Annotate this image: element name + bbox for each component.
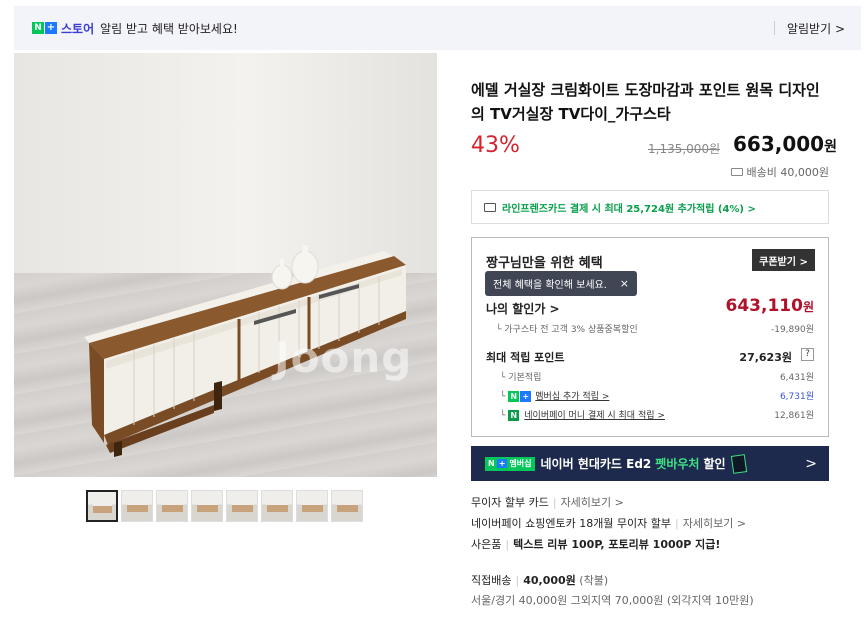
badge-text: 멤버십: [509, 459, 532, 468]
thumbnail-strip: [86, 490, 363, 522]
delivery-label: 직접배송: [471, 574, 512, 587]
my-price-unit: 원: [802, 300, 814, 314]
card-promo-text: 라인프렌즈카드 결제 시 최대 25,724원 추가적립 (4%) >: [502, 203, 756, 215]
delivery-row: 직접배송 | 40,000원 (착불): [471, 572, 608, 588]
naverpay-installment-label: 네이버페이 쇼핑엔토카 18개월 무이자 할부: [471, 517, 672, 530]
banner-suffix: 할인: [703, 457, 726, 471]
points-value: 27,623원: [739, 351, 792, 364]
installment-label: 무이자 할부 카드: [471, 496, 549, 509]
shipping-fee-text: 배송비 40,000원: [746, 166, 829, 179]
naver-plus-icon: N +: [508, 391, 532, 402]
naverpay-points-link[interactable]: 네이버페이 머니 결제 시 최대 적립 >: [524, 411, 665, 421]
divider: [773, 21, 775, 35]
store-discount-value: -19,890원: [770, 325, 814, 335]
membership-points-label[interactable]: └ N + 멤버십 추가 적립 >: [500, 389, 609, 402]
my-price-amount: 643,110: [725, 296, 803, 316]
sale-price-unit: 원: [824, 139, 837, 155]
delivery-price: 40,000원: [523, 574, 576, 587]
divider: |: [505, 538, 510, 551]
close-icon[interactable]: ×: [620, 277, 629, 290]
original-price: 1,135,000원: [648, 142, 721, 156]
product-main-image[interactable]: Joong: [14, 53, 437, 477]
region-fee: 서울/경기 40,000원 그외지역 70,000원 (외각지역 10만원): [471, 594, 754, 607]
basic-points-value: 6,431원: [779, 373, 814, 383]
benefit-tooltip: 전체 혜택을 확인해 보세요. ×: [485, 271, 637, 296]
truck-icon: [730, 168, 743, 176]
delivery-note: (착불): [579, 574, 609, 587]
membership-badge: N + 멤버십: [485, 456, 535, 471]
thumbnail-8[interactable]: [331, 490, 363, 522]
benefit-title: 짱구님만을 위한 혜택: [486, 256, 603, 271]
watermark: Joong: [274, 333, 413, 382]
naver-n-icon: N: [32, 22, 44, 34]
badge-plus: +: [496, 459, 508, 468]
divider: |: [552, 496, 557, 509]
benefit-box: 짱구님만을 위한 혜택 쿠폰받기 > 전체 혜택을 확인해 보세요. × 나의 …: [471, 237, 829, 437]
card-promo-banner[interactable]: N + 멤버십 네이버 현대카드 Ed2 펫바우처 할인 >: [471, 446, 829, 481]
tv-cabinet-illustration: [84, 245, 406, 457]
divider: |: [675, 517, 679, 530]
thumbnail-6[interactable]: [261, 490, 293, 522]
shipping-fee: 배송비 40,000원: [730, 164, 829, 180]
coupon-button[interactable]: 쿠폰받기 >: [752, 249, 815, 271]
banner-text: 네이버 현대카드 Ed2: [540, 457, 652, 471]
naverpay-icon: N: [508, 410, 520, 421]
installment-row: 무이자 할부 카드 | 자세히보기 >: [471, 494, 624, 510]
banner-highlight: 펫바우처: [655, 457, 700, 471]
naver-store-logo[interactable]: N + 스토어: [32, 20, 94, 37]
badge-n: N: [488, 459, 495, 468]
divider: |: [515, 574, 520, 587]
alert-message: 알림 받고 혜택 받아보세요!: [100, 21, 238, 36]
naverpay-points-label[interactable]: └ N 네이버페이 머니 결제 시 최대 적립 >: [500, 408, 665, 421]
credit-card-icon: [484, 202, 496, 212]
basic-points-label-text: 기본적립: [508, 373, 542, 383]
store-discount-label: └ 가구스타 전 고객 3% 상품중복할인: [496, 325, 638, 335]
store-label: 스토어: [61, 21, 95, 36]
my-price-label[interactable]: 나의 할인가 >: [486, 300, 560, 317]
plus-icon: +: [45, 22, 57, 34]
thumbnail-5[interactable]: [226, 490, 258, 522]
naverpay-detail-link[interactable]: 자세히보기 >: [683, 517, 746, 530]
gift-text: 텍스트 리뷰 100P, 포토리뷰 1000P 지급!: [513, 538, 721, 551]
thumbnail-7[interactable]: [296, 490, 328, 522]
thumbnail-4[interactable]: [191, 490, 223, 522]
store-alert-bar: N + 스토어 알림 받고 혜택 받아보세요! 알림받기 >: [14, 6, 861, 50]
thumbnail-2[interactable]: [121, 490, 153, 522]
membership-points-link[interactable]: 멤버십 추가 적립 >: [535, 392, 609, 402]
tooltip-text: 전체 혜택을 확인해 보세요.: [493, 280, 607, 291]
card-icon: [730, 453, 747, 474]
sale-price: 663,000원: [733, 132, 837, 156]
sale-price-amount: 663,000: [733, 132, 825, 156]
thumbnail-3[interactable]: [156, 490, 188, 522]
thumbnail-1[interactable]: [86, 490, 118, 522]
product-title: 에델 거실장 크림화이트 도장마감과 포인트 원목 디자인의 TV거실장 TV다…: [471, 81, 820, 123]
basic-points-label: └ 기본적립: [500, 373, 542, 383]
installment-detail-link[interactable]: 자세히보기 >: [561, 496, 624, 509]
naverpay-points-value: 12,861원: [774, 411, 814, 421]
gift-label: 사은품: [471, 538, 502, 551]
chevron-right-icon: >: [805, 455, 817, 472]
help-icon[interactable]: ?: [801, 348, 814, 361]
membership-points-value: 6,731원: [779, 392, 814, 402]
my-price: 643,110원: [726, 296, 814, 316]
discount-rate: 43%: [471, 133, 520, 158]
points-label: 최대 적립 포인트: [486, 351, 565, 364]
store-discount-label-text: 가구스타 전 고객 3% 상품중복할인: [504, 325, 638, 335]
subscribe-alert-button[interactable]: 알림받기 >: [787, 20, 845, 37]
gift-row: 사은품 | 텍스트 리뷰 100P, 포토리뷰 1000P 지급!: [471, 536, 720, 552]
card-promo-box[interactable]: 라인프렌즈카드 결제 시 최대 25,724원 추가적립 (4%) >: [471, 190, 829, 224]
naverpay-installment-row: 네이버페이 쇼핑엔토카 18개월 무이자 할부 | 자세히보기 >: [471, 515, 746, 531]
